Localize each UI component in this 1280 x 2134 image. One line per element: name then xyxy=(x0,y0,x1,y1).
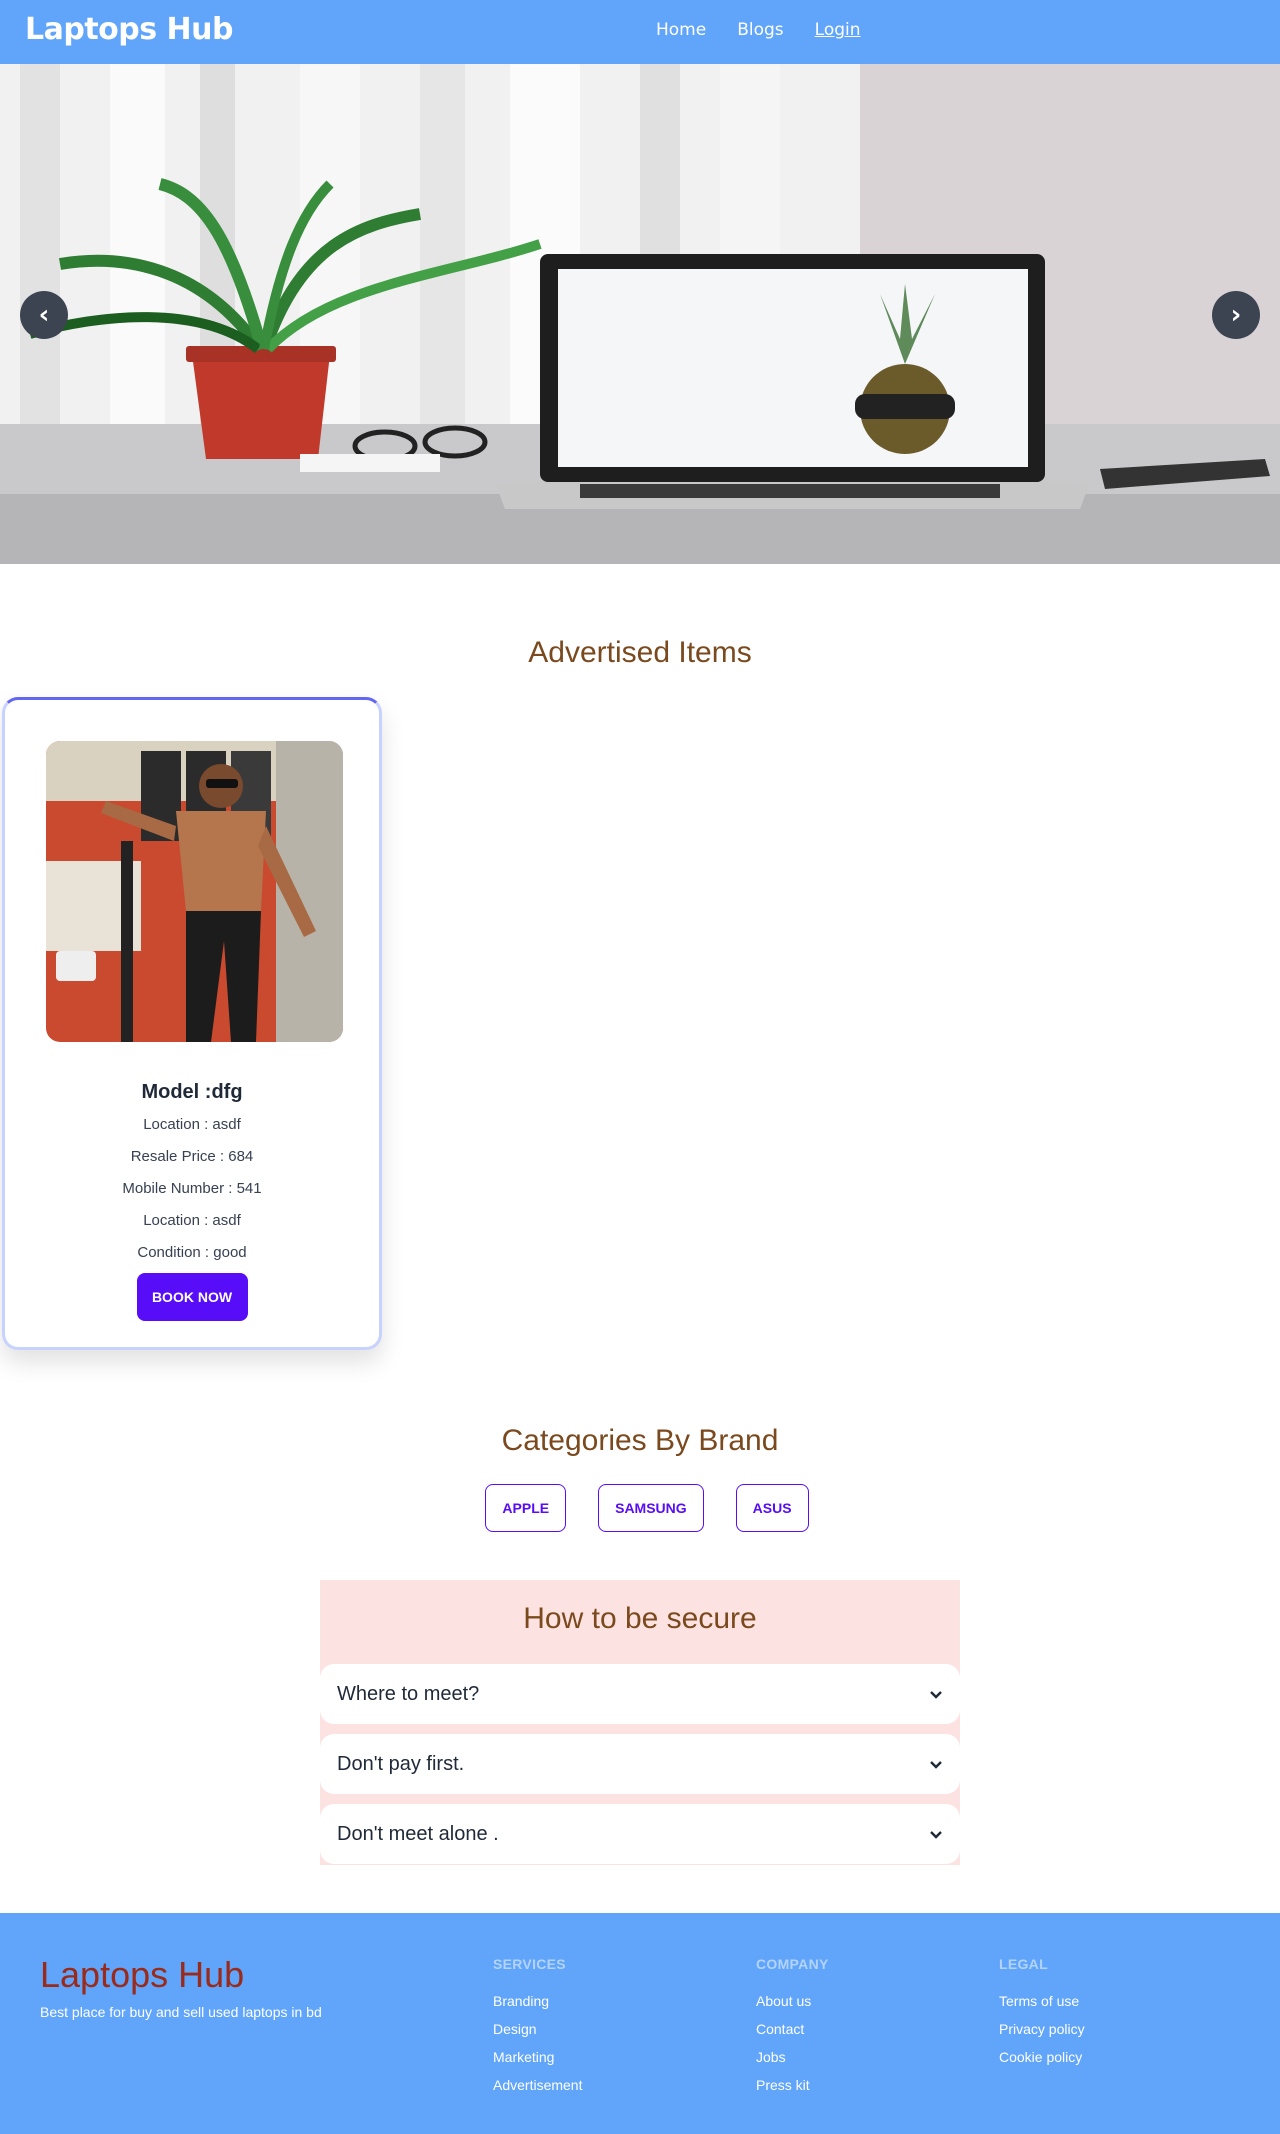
nav-home-link[interactable]: Home xyxy=(656,20,706,40)
categories-heading: Categories By Brand xyxy=(501,1424,779,1457)
nav-login-link[interactable]: Login xyxy=(815,20,861,40)
navbar: Laptops Hub Home Blogs Login xyxy=(0,0,1280,64)
footer-services-column: SERVICES Branding Design Marketing Adver… xyxy=(493,1956,582,2099)
faq-question: Where to meet? xyxy=(337,1683,480,1705)
hero-carousel: ‹ › xyxy=(0,64,1280,564)
footer-link-terms-of-use[interactable]: Terms of use xyxy=(999,1987,1085,2015)
footer-logo: Laptops Hub xyxy=(40,1954,245,1995)
footer-legal-heading: LEGAL xyxy=(999,1956,1048,1972)
footer-legal-column: LEGAL Terms of use Privacy policy Cookie… xyxy=(999,1956,1085,2071)
product-location-secondary: Location : asdf xyxy=(143,1212,241,1229)
brand-buttons: APPLE SAMSUNG ASUS xyxy=(0,1484,1280,1532)
footer-link-advertisement[interactable]: Advertisement xyxy=(493,2071,582,2099)
product-location: Location : asdf xyxy=(143,1116,241,1133)
carousel-next-button[interactable]: › xyxy=(1212,291,1260,339)
faq-question: Don't meet alone . xyxy=(337,1823,499,1845)
book-now-button[interactable]: BOOK NOW xyxy=(136,1273,248,1321)
footer-link-privacy-policy[interactable]: Privacy policy xyxy=(999,2015,1085,2043)
footer-link-about-us[interactable]: About us xyxy=(756,1987,829,2015)
nav-blogs-link[interactable]: Blogs xyxy=(737,20,783,40)
product-mobile-number: Mobile Number : 541 xyxy=(122,1180,262,1197)
faq-question: Don't pay first. xyxy=(337,1753,465,1775)
footer: Laptops Hub Best place for buy and sell … xyxy=(0,1913,1280,2134)
faq-item-dont-pay-first[interactable]: Don't pay first. xyxy=(320,1734,960,1794)
product-image xyxy=(46,741,343,1042)
product-model: Model :dfg xyxy=(141,1081,243,1103)
footer-link-press-kit[interactable]: Press kit xyxy=(756,2071,829,2099)
faq-item-dont-meet-alone[interactable]: Don't meet alone . xyxy=(320,1804,960,1864)
footer-tagline: Best place for buy and sell used laptops… xyxy=(40,2004,322,2020)
product-card: Model :dfg Location : asdf Resale Price … xyxy=(2,697,382,1350)
footer-link-jobs[interactable]: Jobs xyxy=(756,2043,829,2071)
footer-link-branding[interactable]: Branding xyxy=(493,1987,582,2015)
advertised-items-heading: Advertised Items xyxy=(528,636,752,669)
nav-links: Home Blogs Login xyxy=(656,20,861,40)
carousel-prev-button[interactable]: ‹ xyxy=(20,291,68,339)
chevron-down-icon xyxy=(930,1831,942,1839)
footer-services-heading: SERVICES xyxy=(493,1956,566,1972)
footer-link-marketing[interactable]: Marketing xyxy=(493,2043,582,2071)
security-tips-heading: How to be secure xyxy=(523,1602,757,1635)
faq-item-where-to-meet[interactable]: Where to meet? xyxy=(320,1664,960,1724)
footer-link-cookie-policy[interactable]: Cookie policy xyxy=(999,2043,1085,2071)
brand-button-apple[interactable]: APPLE xyxy=(485,1484,567,1532)
footer-link-contact[interactable]: Contact xyxy=(756,2015,829,2043)
brand-button-samsung[interactable]: SAMSUNG xyxy=(598,1484,704,1532)
security-tips-section: How to be secure Where to meet? Don't pa… xyxy=(320,1580,960,1865)
footer-company-column: COMPANY About us Contact Jobs Press kit xyxy=(756,1956,829,2099)
footer-company-heading: COMPANY xyxy=(756,1956,829,1972)
site-logo[interactable]: Laptops Hub xyxy=(25,12,234,47)
product-resale-price: Resale Price : 684 xyxy=(130,1148,254,1165)
hero-image xyxy=(0,64,1280,564)
chevron-down-icon xyxy=(930,1761,942,1769)
brand-button-asus[interactable]: ASUS xyxy=(735,1484,809,1532)
footer-link-design[interactable]: Design xyxy=(493,2015,582,2043)
chevron-down-icon xyxy=(930,1691,942,1699)
product-condition: Condition : good xyxy=(137,1244,247,1261)
product-details: Model :dfg Location : asdf Resale Price … xyxy=(5,1075,379,1321)
